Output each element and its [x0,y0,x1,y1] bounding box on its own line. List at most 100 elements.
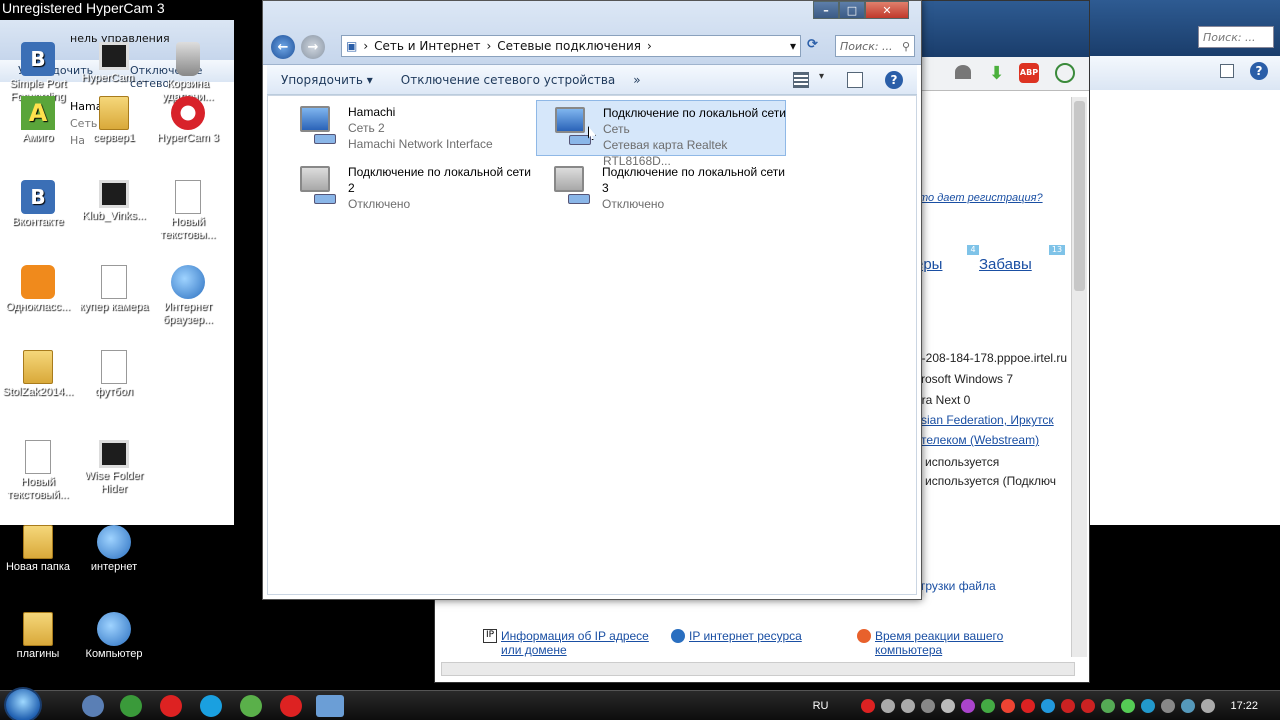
adblock-icon[interactable]: ABP [1019,63,1039,83]
browser-vscrollbar[interactable] [1071,97,1087,657]
folder-icon [99,96,129,130]
breadcrumb-network-internet[interactable]: Сеть и Интернет [374,39,480,53]
footer-ip-info-link[interactable]: Информация об IP адресе или домене [501,629,661,657]
tab-link-2[interactable]: Забавы [979,256,1032,273]
camera-icon[interactable] [901,699,916,713]
skype-tray-icon[interactable] [1141,699,1156,713]
desktop-icon[interactable]: HyperCam ... [76,42,152,85]
network-icon[interactable] [1181,699,1196,713]
preview-pane-icon[interactable] [1220,64,1234,78]
doc-icon [101,350,127,384]
clock[interactable]: 17:22 [1230,700,1258,712]
desktop-icon[interactable]: сервер1 [76,96,152,145]
start-button[interactable] [4,687,42,720]
taskbar-utorrent-icon[interactable] [240,695,262,717]
desktop-icon[interactable]: A Амиго [0,96,76,145]
heart-icon[interactable] [955,65,971,79]
footer-resource-link[interactable]: IP интернет ресурса [689,629,802,643]
red-tray-icon[interactable] [1021,699,1036,713]
connection-status: Сеть [603,122,630,136]
ie-icon[interactable] [961,699,976,713]
recycle-icon[interactable] [981,699,996,713]
stop-tray-icon-2[interactable] [1081,699,1096,713]
close-button[interactable]: ✕ [865,1,909,19]
desktop-icon[interactable]: Однокласс... [0,265,76,314]
desktop-icon[interactable]: футбол [76,350,152,399]
desktop-icon-label: Новая папка [5,561,71,573]
upload-link[interactable]: грузки файла [921,579,996,593]
flag-icon[interactable] [1161,699,1176,713]
record-icon[interactable] [861,699,876,713]
connection-item[interactable]: Подключение по локальной сети Сеть Сетевая… [536,100,786,168]
desktop-icon[interactable]: Новый текстовый... [0,440,76,502]
stop-tray-icon[interactable] [1061,699,1076,713]
ip-info-line[interactable]: стелеком (Webstream) [915,433,1039,447]
connection-item[interactable]: Подключение по локальной сети 2 Отключено [282,160,532,216]
search-input[interactable]: Поиск: ... ⚲ [835,35,915,57]
download-icon[interactable]: ⬇ [989,63,1004,84]
desktop-icon[interactable]: B Вконтакте [0,180,76,229]
disconnect-device-button[interactable]: Отключение сетевого устройства [387,73,629,87]
desktop-icon[interactable]: BSimple Port Forwarding [0,42,76,104]
taskbar-skype-icon[interactable] [200,695,222,717]
help-icon[interactable]: ? [1250,62,1268,80]
network-tray-icon[interactable] [1101,699,1116,713]
help-icon[interactable]: ? [885,71,903,89]
pause-icon[interactable] [921,699,936,713]
refresh-icon[interactable]: ⟳ [807,37,827,57]
desktop-icon[interactable]: Компьютер [76,612,152,661]
minimize-button[interactable]: – [813,1,839,19]
desktop-icon[interactable]: интернет [76,525,152,574]
address-bar[interactable]: ▣ › Сеть и Интернет › Сетевые подключени… [341,35,801,57]
desktop-icon[interactable]: плагины [0,612,76,661]
taskbar-network-window-icon[interactable] [316,695,344,717]
orange-icon [21,265,55,299]
desktop-icon[interactable]: Интернет браузер... [150,265,226,327]
footer-reaction-link[interactable]: Время реакции вашего компьютера [875,629,1015,657]
view-options-icon[interactable] [793,72,809,88]
desktop-icon[interactable]: Корзина удалени... [150,42,226,104]
desktop-icon[interactable]: Новая папка [0,525,76,574]
desktop-icon[interactable]: StolZak2014... [0,350,76,399]
taskbar: RU 17:22 [0,687,1280,720]
registration-link[interactable]: то дает регистрация? [919,192,1043,204]
volume-icon[interactable] [1201,699,1216,713]
back-button[interactable]: ← [271,35,295,59]
preview-pane-icon[interactable] [847,72,863,88]
desktop-icon-label: футбол [94,386,134,398]
connection-status: Сеть 2 [348,121,385,135]
blue-icon: B [21,42,55,76]
desktop-icon-label: Wise Folder Hider [84,470,144,495]
language-indicator[interactable]: RU [813,700,829,712]
ip-info-line: е используется (Подключ [915,474,1056,488]
stop-icon[interactable] [881,699,896,713]
desktop-icon[interactable]: Klub_Vinks... [76,180,152,223]
taskbar-hypercam-icon[interactable] [280,695,302,717]
system-tray: RU 17:22 [813,691,1280,720]
utorrent-tray-icon[interactable] [1121,699,1136,713]
forward-button[interactable]: → [301,35,325,59]
connection-item[interactable]: Hamachi Сеть 2 Hamachi Network Interface [282,100,532,156]
view-dropdown-icon[interactable]: ▾ [819,71,824,82]
breadcrumb-network-connections[interactable]: Сетевые подключения [497,39,641,53]
desktop-icon[interactable]: купер камера [76,265,152,314]
taskbar-amigo-icon[interactable] [120,695,142,717]
taskbar-browser-icon[interactable] [160,695,182,717]
right-search-input[interactable]: Поиск: ... [1198,26,1274,48]
address-dropdown-icon[interactable]: ▾ [790,39,796,53]
desktop-icon[interactable]: Новый текстовы... [150,180,226,242]
sort-button[interactable]: Упорядочить ▾ [267,73,387,87]
blue-tray-icon[interactable] [1041,699,1056,713]
search-icon: ⚲ [901,40,910,53]
maximize-button[interactable]: □ [839,1,865,19]
browser-hscrollbar[interactable] [441,662,1075,676]
speed-dial-icon[interactable] [1055,63,1075,83]
antivirus-icon[interactable] [1001,699,1016,713]
film-icon[interactable] [941,699,956,713]
ip-info-line[interactable]: ssian Federation, Иркутск [915,413,1054,427]
taskbar-explorer-icon[interactable] [82,695,104,717]
more-commands-button[interactable]: » [629,73,644,87]
desktop-icon[interactable]: Wise Folder Hider [76,440,152,496]
desktop-icon[interactable]: HyperCam 3 [150,96,226,145]
connection-item[interactable]: Подключение по локальной сети 3 Отключено [536,160,786,216]
